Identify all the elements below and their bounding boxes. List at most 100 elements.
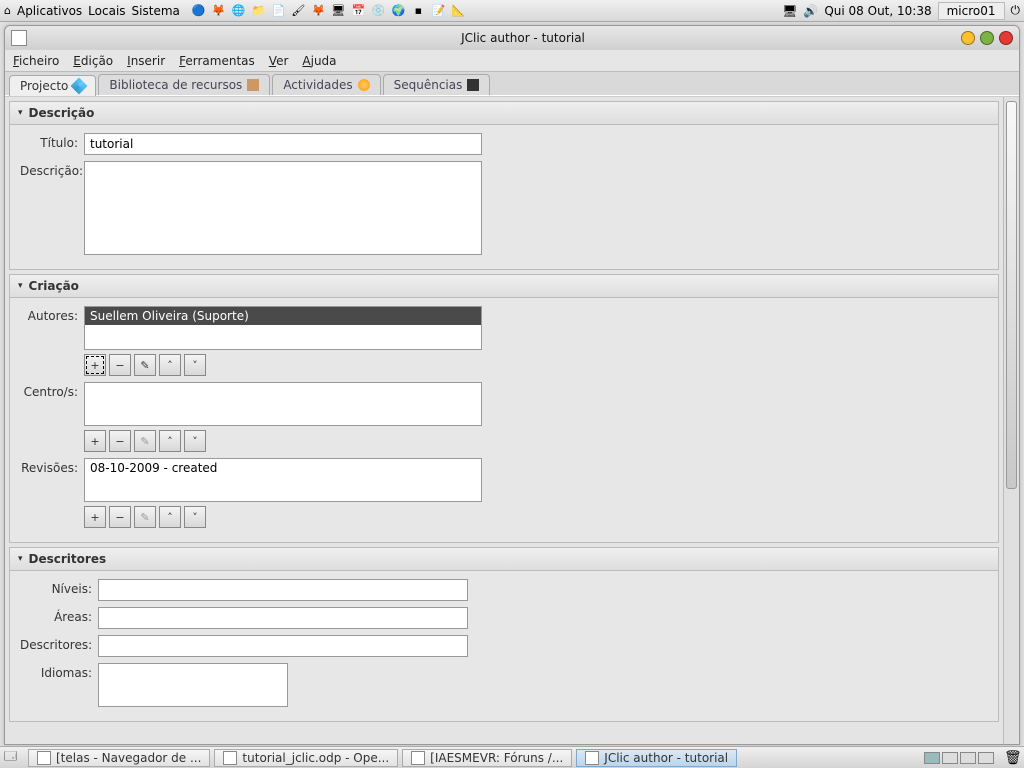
window-app-icon xyxy=(11,30,27,46)
revisions-down-button[interactable]: ˅ xyxy=(184,506,206,528)
volume-icon[interactable]: 🔊 xyxy=(803,4,818,18)
applet-icon[interactable]: 🖥 xyxy=(782,4,797,18)
user-switcher[interactable]: micro01 xyxy=(938,2,1005,20)
sequence-icon xyxy=(467,79,479,91)
menu-insert[interactable]: Inserir xyxy=(127,54,165,68)
levels-input[interactable] xyxy=(98,579,468,601)
show-desktop-icon[interactable]: 🗔 xyxy=(4,747,24,768)
label-descriptors: Descritores: xyxy=(20,635,98,652)
section-header-descriptors[interactable]: Descritores xyxy=(10,548,998,571)
paint-icon[interactable]: 🖌 xyxy=(290,2,307,19)
section-creation: Criação Autores: Suellem Oliveira (Supor… xyxy=(9,274,999,543)
label-levels: Níveis: xyxy=(20,579,98,596)
areas-input[interactable] xyxy=(98,607,468,629)
centers-edit-button[interactable]: ✎ xyxy=(134,430,156,452)
revisions-up-button[interactable]: ˄ xyxy=(159,506,181,528)
author-item[interactable]: Suellem Oliveira (Suporte) xyxy=(85,307,481,325)
globe-icon[interactable]: 🌍 xyxy=(390,2,407,19)
centers-down-button[interactable]: ˅ xyxy=(184,430,206,452)
app-window: JClic author - tutorial Ficheiro Edição … xyxy=(4,25,1020,745)
centers-up-button[interactable]: ˄ xyxy=(159,430,181,452)
app-icon[interactable]: 📄 xyxy=(270,2,287,19)
scrollbar-thumb[interactable] xyxy=(1006,101,1017,489)
ball-icon xyxy=(358,79,370,91)
project-panel: Descrição Título: Descrição: Criação xyxy=(5,97,1003,744)
section-descriptors: Descritores Níveis: Áreas: Descritores: xyxy=(9,547,999,722)
workspace-switcher[interactable] xyxy=(924,752,994,764)
authors-down-button[interactable]: ˅ xyxy=(184,354,206,376)
vertical-scrollbar[interactable] xyxy=(1003,97,1019,744)
launchers: 🔵 🦊 🌐 📁 📄 🖌 🦊 🖥 📅 💿 🌍 ▪ 📝 📐 xyxy=(190,2,467,19)
menubar: Ficheiro Edição Inserir Ferramentas Ver … xyxy=(5,50,1019,72)
title-input[interactable] xyxy=(84,133,482,155)
revisions-edit-button[interactable]: ✎ xyxy=(134,506,156,528)
descriptors-input[interactable] xyxy=(98,635,468,657)
section-header-description[interactable]: Descrição xyxy=(10,102,998,125)
terminal-icon[interactable]: ▪ xyxy=(410,2,427,19)
authors-up-button[interactable]: ˄ xyxy=(159,354,181,376)
centers-remove-button[interactable]: − xyxy=(109,430,131,452)
authors-add-button[interactable]: + xyxy=(84,354,106,376)
gnome-bottom-panel: 🗔 [telas - Navegador de ... tutorial_jcl… xyxy=(0,746,1024,768)
gimp-icon[interactable]: 🦊 xyxy=(310,2,327,19)
revisions-add-button[interactable]: + xyxy=(84,506,106,528)
task-jclic[interactable]: JClic author - tutorial xyxy=(576,749,737,767)
workspace-2[interactable] xyxy=(942,752,958,764)
firefox-icon[interactable]: 🦊 xyxy=(210,2,227,19)
menu-file[interactable]: Ficheiro xyxy=(13,54,59,68)
section-description: Descrição Título: Descrição: xyxy=(9,101,999,270)
titlebar[interactable]: JClic author - tutorial xyxy=(5,26,1019,50)
menu-places[interactable]: Locais xyxy=(88,4,125,18)
revisions-listbox[interactable]: 08-10-2009 - created xyxy=(84,458,482,502)
tab-project[interactable]: Projecto xyxy=(9,75,96,96)
tab-sequences[interactable]: Sequências xyxy=(383,74,491,95)
workspace-3[interactable] xyxy=(960,752,976,764)
task-browser[interactable]: [IAESMEVR: Fóruns /... xyxy=(402,749,572,767)
package-icon xyxy=(247,79,259,91)
ruler-icon[interactable]: 📐 xyxy=(450,2,467,19)
menu-view[interactable]: Ver xyxy=(269,54,289,68)
calendar-icon[interactable]: 📅 xyxy=(350,2,367,19)
menu-system[interactable]: Sistema xyxy=(132,4,180,18)
diamond-icon xyxy=(71,78,88,95)
authors-remove-button[interactable]: − xyxy=(109,354,131,376)
label-centers: Centro/s: xyxy=(20,382,84,399)
minimize-button[interactable] xyxy=(961,31,975,45)
label-title: Título: xyxy=(20,133,84,150)
maximize-button[interactable] xyxy=(980,31,994,45)
menu-help[interactable]: Ajuda xyxy=(302,54,336,68)
revision-item[interactable]: 08-10-2009 - created xyxy=(85,459,481,477)
menu-edit[interactable]: Edição xyxy=(73,54,113,68)
task-impress[interactable]: tutorial_jclic.odp - Ope... xyxy=(214,749,398,767)
label-revisions: Revisões: xyxy=(20,458,84,475)
note-icon[interactable]: 📝 xyxy=(430,2,447,19)
authors-listbox[interactable]: Suellem Oliveira (Suporte) xyxy=(84,306,482,350)
revisions-remove-button[interactable]: − xyxy=(109,506,131,528)
folder-icon[interactable]: 📁 xyxy=(250,2,267,19)
workspace-1[interactable] xyxy=(924,752,940,764)
centers-add-button[interactable]: + xyxy=(84,430,106,452)
impress-icon xyxy=(223,751,237,765)
centers-listbox[interactable] xyxy=(84,382,482,426)
launcher-icon[interactable]: 🔵 xyxy=(190,2,207,19)
description-textarea[interactable] xyxy=(84,161,482,255)
shutdown-icon[interactable]: ⏻ xyxy=(1011,3,1021,18)
authors-edit-button[interactable]: ✎ xyxy=(134,354,156,376)
languages-listbox[interactable] xyxy=(98,663,288,707)
tab-activities[interactable]: Actividades xyxy=(272,74,380,95)
tab-resources[interactable]: Biblioteca de recursos xyxy=(98,74,270,95)
monitor-icon[interactable]: 🖥 xyxy=(330,2,347,19)
browser-icon[interactable]: 🌐 xyxy=(230,2,247,19)
disc-icon[interactable]: 💿 xyxy=(370,2,387,19)
gnome-foot-icon[interactable]: ⌂ xyxy=(4,4,11,17)
menu-tools[interactable]: Ferramentas xyxy=(179,54,255,68)
workspace-4[interactable] xyxy=(978,752,994,764)
section-header-creation[interactable]: Criação xyxy=(10,275,998,298)
tab-bar: Projecto Biblioteca de recursos Activida… xyxy=(5,72,1019,96)
task-telas[interactable]: [telas - Navegador de ... xyxy=(28,749,210,767)
close-button[interactable] xyxy=(999,31,1013,45)
label-languages: Idiomas: xyxy=(20,663,98,680)
clock[interactable]: Qui 08 Out, 10:38 xyxy=(824,4,931,18)
menu-applications[interactable]: Aplicativos xyxy=(17,4,82,18)
trash-icon[interactable]: 🗑 xyxy=(1004,750,1020,766)
